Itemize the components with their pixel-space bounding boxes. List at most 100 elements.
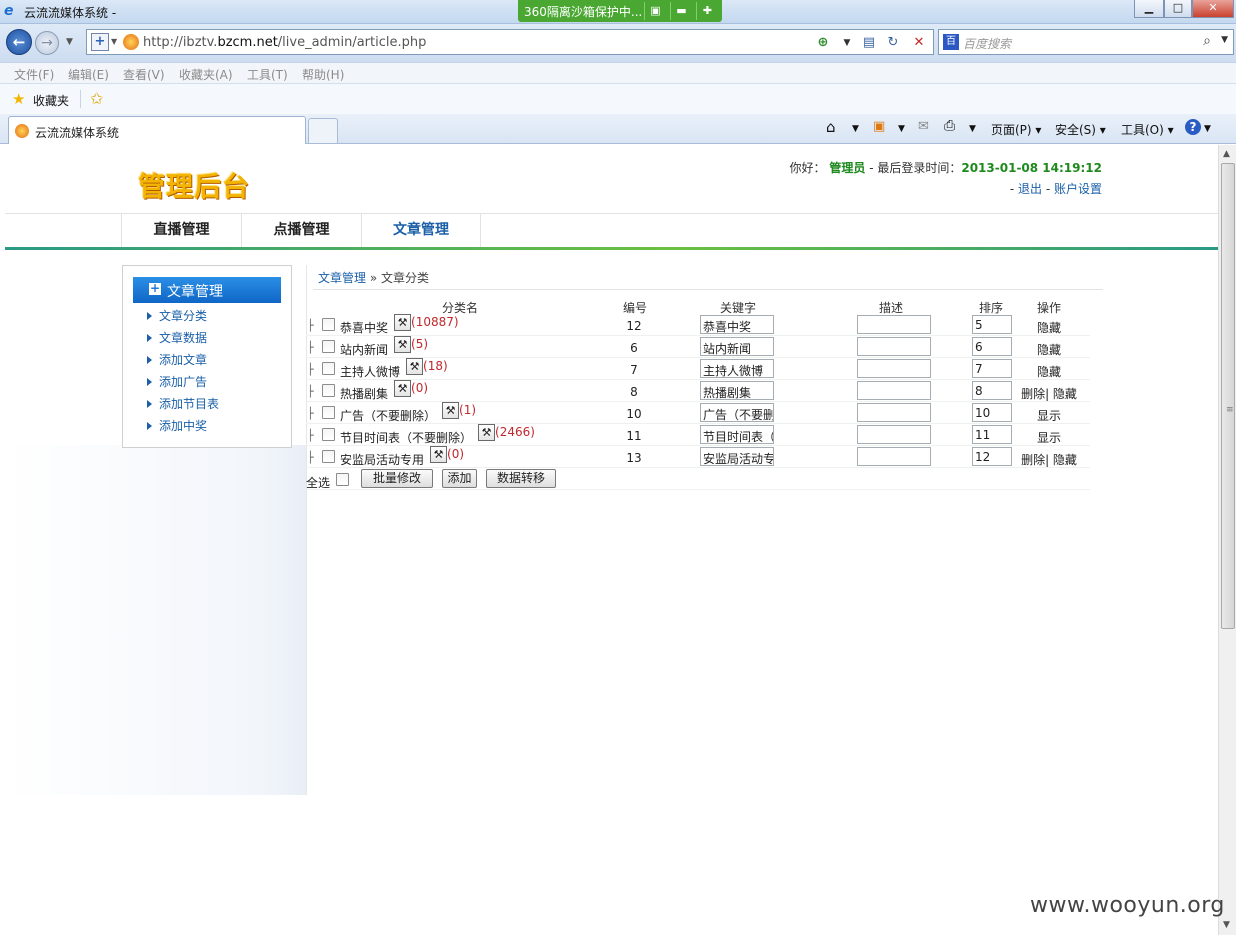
row-checkbox[interactable] — [322, 450, 335, 463]
help-dropdown-icon[interactable]: ▼ — [1204, 124, 1211, 134]
description-input[interactable] — [857, 425, 931, 444]
shield-dropdown-icon[interactable]: ▼ — [111, 37, 117, 46]
row-checkbox[interactable] — [322, 428, 335, 441]
minimize-button[interactable]: ▁ — [1134, 0, 1164, 18]
maximize-button[interactable]: □ — [1164, 0, 1192, 18]
nav-live[interactable]: 直播管理 — [121, 214, 241, 248]
row-actions[interactable]: 删除| 隐藏 — [1020, 385, 1078, 402]
favorites-button[interactable]: 收藏夹 — [33, 92, 69, 109]
account-settings-link[interactable]: 账户设置 — [1054, 182, 1102, 196]
new-tab-button[interactable] — [308, 118, 338, 143]
tools-icon[interactable]: ⚒ — [394, 380, 412, 397]
vertical-scrollbar[interactable]: ▲ ≡ ▼ — [1218, 145, 1236, 935]
menu-tools[interactable]: 工具(T) — [247, 66, 288, 83]
search-dropdown-icon[interactable]: ▼ — [1221, 35, 1228, 45]
keyword-input[interactable]: 广告（不要删 — [700, 403, 774, 422]
accelerate-icon[interactable]: ⊕ — [813, 33, 833, 53]
mail-icon[interactable]: ✉ — [918, 119, 929, 134]
address-dropdown-icon[interactable]: ▼ — [837, 33, 857, 53]
feeds-dropdown-icon[interactable]: ▼ — [898, 124, 905, 134]
article-count[interactable]: (0) — [447, 447, 464, 461]
home-icon[interactable]: ⌂ — [826, 118, 836, 136]
tools-icon[interactable]: ⚒ — [430, 446, 448, 463]
keyword-input[interactable]: 热播剧集 — [700, 381, 774, 400]
menu-edit[interactable]: 编辑(E) — [68, 66, 109, 83]
article-count[interactable]: (1) — [459, 403, 476, 417]
sort-input[interactable]: 10 — [972, 403, 1012, 422]
breadcrumb-root[interactable]: 文章管理 — [318, 271, 366, 285]
row-actions[interactable]: 隐藏 — [1020, 341, 1078, 358]
compat-view-icon[interactable]: ▤ — [859, 33, 879, 53]
home-dropdown-icon[interactable]: ▼ — [852, 124, 859, 134]
scroll-down-icon[interactable]: ▼ — [1223, 920, 1230, 930]
row-checkbox[interactable] — [322, 384, 335, 397]
article-count[interactable]: (5) — [411, 337, 428, 351]
row-actions[interactable]: 显示 — [1020, 407, 1078, 424]
row-actions[interactable]: 显示 — [1020, 429, 1078, 446]
address-bar[interactable]: + ▼ http://ibztv.bzcm.net/live_admin/art… — [86, 29, 934, 55]
sandbox-screen-icon[interactable]: ▣ — [644, 2, 666, 20]
keyword-input[interactable]: 节目时间表（ — [700, 425, 774, 444]
close-button[interactable]: ✕ — [1192, 0, 1234, 18]
help-icon[interactable]: ? — [1185, 119, 1201, 135]
page-menu[interactable]: 页面(P) ▾ — [991, 121, 1041, 138]
search-input[interactable]: 百度搜索 — [963, 35, 1011, 52]
compat-shield-icon[interactable]: + — [91, 33, 109, 51]
sidebar-item-article-data[interactable]: 文章数据 — [147, 329, 207, 346]
menu-help[interactable]: 帮助(H) — [302, 66, 344, 83]
sort-input[interactable]: 7 — [972, 359, 1012, 378]
scroll-thumb[interactable]: ≡ — [1221, 163, 1235, 629]
sort-input[interactable]: 6 — [972, 337, 1012, 356]
keyword-input[interactable]: 主持人微博 — [700, 359, 774, 378]
tools-icon[interactable]: ⚒ — [406, 358, 424, 375]
forward-button[interactable]: → — [35, 31, 59, 55]
add-favorite-icon[interactable]: ✩ — [90, 89, 103, 108]
back-button[interactable]: ← — [6, 29, 32, 55]
scroll-up-icon[interactable]: ▲ — [1223, 149, 1230, 159]
logout-link[interactable]: 退出 — [1018, 182, 1042, 196]
sandbox-pin-icon[interactable]: ✚ — [696, 2, 718, 20]
article-count[interactable]: (2466) — [495, 425, 535, 439]
menu-file[interactable]: 文件(F) — [14, 66, 54, 83]
menu-view[interactable]: 查看(V) — [123, 66, 165, 83]
tab-active[interactable]: 云流流媒体系统 — [8, 116, 306, 144]
sidebar-item-add-ad[interactable]: 添加广告 — [147, 373, 207, 390]
print-dropdown-icon[interactable]: ▼ — [969, 124, 976, 134]
sort-input[interactable]: 12 — [972, 447, 1012, 466]
sidebar-item-add-schedule[interactable]: 添加节目表 — [147, 395, 219, 412]
row-actions[interactable]: 隐藏 — [1020, 363, 1078, 380]
description-input[interactable] — [857, 381, 931, 400]
nav-articles[interactable]: 文章管理 — [361, 214, 481, 248]
sidebar-item-add-winner[interactable]: 添加中奖 — [147, 417, 207, 434]
sort-input[interactable]: 11 — [972, 425, 1012, 444]
search-icon[interactable]: ⌕ — [1203, 33, 1211, 49]
row-actions[interactable]: 隐藏 — [1020, 319, 1078, 336]
sort-input[interactable]: 5 — [972, 315, 1012, 334]
description-input[interactable] — [857, 403, 931, 422]
tools-icon[interactable]: ⚒ — [394, 336, 412, 353]
tools-icon[interactable]: ⚒ — [394, 314, 412, 331]
print-icon[interactable]: ⎙ — [944, 118, 955, 134]
add-button[interactable]: 添加 — [442, 469, 477, 488]
row-checkbox[interactable] — [322, 340, 335, 353]
description-input[interactable] — [857, 359, 931, 378]
stop-icon[interactable]: ✕ — [909, 33, 929, 53]
article-count[interactable]: (10887) — [411, 315, 459, 329]
sidebar-item-categories[interactable]: 文章分类 — [147, 307, 207, 324]
row-checkbox[interactable] — [322, 318, 335, 331]
url-text[interactable]: http://ibztv.bzcm.net/live_admin/article… — [143, 35, 426, 50]
nav-vod[interactable]: 点播管理 — [241, 214, 361, 248]
sandbox-folder-icon[interactable]: ▬ — [670, 2, 692, 20]
safety-menu[interactable]: 安全(S) ▾ — [1055, 121, 1106, 138]
sidebar-item-add-article[interactable]: 添加文章 — [147, 351, 207, 368]
menu-favorites[interactable]: 收藏夹(A) — [179, 66, 233, 83]
select-all-checkbox[interactable] — [336, 473, 349, 486]
data-migrate-button[interactable]: 数据转移 — [486, 469, 556, 488]
row-checkbox[interactable] — [322, 406, 335, 419]
feeds-icon[interactable]: ▣ — [873, 119, 885, 134]
sidebar-header[interactable]: + 文章管理 — [133, 277, 281, 303]
tools-icon[interactable]: ⚒ — [442, 402, 460, 419]
keyword-input[interactable]: 恭喜中奖 — [700, 315, 774, 334]
article-count[interactable]: (0) — [411, 381, 428, 395]
favorites-star-icon[interactable]: ★ — [12, 90, 25, 108]
